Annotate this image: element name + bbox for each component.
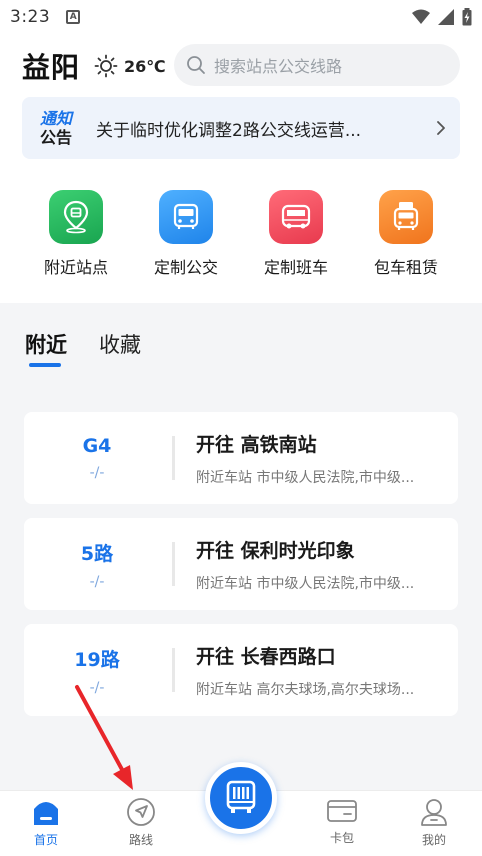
notice-badge-top: 通知 — [40, 108, 73, 128]
card-wallet-icon — [327, 800, 357, 822]
nav-label: 卡包 — [329, 831, 354, 845]
tab-nearby[interactable]: 附近 — [25, 329, 67, 359]
route-stations: 附近车站 市中级人民法院,市中级... — [196, 576, 415, 592]
route-info: 5路 -/- — [24, 518, 170, 610]
service-nearby-stations[interactable]: 附近站点 — [26, 190, 126, 278]
battery-icon — [462, 8, 472, 26]
service-label: 定制公交 — [153, 258, 218, 277]
service-custom-bus[interactable]: 定制公交 — [136, 190, 236, 278]
route-card[interactable]: G4 -/- 开往 高铁南站 附近车站 市中级人民法院,市中级... — [24, 412, 458, 504]
service-label: 附近站点 — [43, 258, 108, 277]
service-label: 包车租赁 — [373, 258, 438, 277]
nav-routes[interactable]: 路线 — [95, 791, 187, 856]
weather: 26℃ — [94, 54, 166, 78]
route-name: G4 — [82, 435, 112, 457]
route-name: 5路 — [80, 542, 114, 565]
nav-label: 首页 — [33, 833, 58, 847]
temperature: 26℃ — [124, 56, 166, 76]
notice-text: 关于临时优化调整2路公交线运营... — [96, 120, 362, 141]
chevron-right-icon — [437, 121, 445, 135]
home-icon — [34, 802, 58, 825]
nav-card-wallet[interactable]: 卡包 — [296, 791, 388, 856]
navigation-arrow-icon — [127, 798, 155, 826]
sun-icon — [94, 54, 118, 78]
route-eta: -/- — [89, 679, 105, 696]
charter-bus-icon — [379, 190, 433, 244]
route-stations: 附近车站 市中级人民法院,市中级... — [196, 470, 415, 486]
notification-icon: A — [66, 10, 81, 24]
nav-label: 我的 — [421, 833, 446, 847]
cellular-signal-icon — [438, 9, 454, 25]
route-eta: -/- — [89, 465, 105, 481]
route-divider — [172, 542, 175, 586]
nav-profile[interactable]: 我的 — [388, 791, 480, 856]
route-details: 开往 高铁南站 附近车站 市中级人民法院,市中级... — [196, 430, 452, 487]
notice-banner[interactable]: 通知 公告 关于临时优化调整2路公交线运营... — [22, 97, 460, 159]
nav-home[interactable]: 首页 — [0, 791, 92, 856]
nearby-section: 附近 收藏 G4 -/- 开往 高铁南站 附近车站 市中级人民法院,市中级...… — [0, 303, 482, 790]
wifi-icon — [412, 9, 430, 24]
notice-badge-bottom: 公告 — [40, 127, 73, 147]
route-divider — [172, 436, 175, 480]
bus-icon — [159, 190, 213, 244]
service-grid: 附近站点 定制公交 定制班车 包车租赁 — [0, 190, 482, 286]
service-custom-shuttle[interactable]: 定制班车 — [246, 190, 346, 278]
route-details: 开往 长春西路口 附近车站 高尔夫球场,高尔夫球场... — [196, 642, 452, 699]
route-divider — [172, 648, 175, 692]
tab-bar: 附近 收藏 — [25, 329, 141, 359]
route-stations: 附近车站 高尔夫球场,高尔夫球场... — [196, 682, 415, 698]
route-name: 19路 — [74, 648, 120, 671]
tab-favorites[interactable]: 收藏 — [99, 329, 141, 359]
service-charter-rental[interactable]: 包车租赁 — [356, 190, 456, 278]
route-card[interactable]: 5路 -/- 开往 保利时光印象 附近车站 市中级人民法院,市中级... — [24, 518, 458, 610]
notice-badge: 通知 公告 — [40, 108, 73, 147]
search-bar[interactable]: 搜索站点公交线路 — [174, 44, 460, 86]
route-eta: -/- — [89, 573, 105, 590]
route-card[interactable]: 19路 -/- 开往 长春西路口 附近车站 高尔夫球场,高尔夫球场... — [24, 624, 458, 716]
status-time: 3:23 — [10, 7, 51, 27]
search-placeholder: 搜索站点公交线路 — [214, 57, 343, 76]
nav-label: 路线 — [128, 833, 153, 847]
bus-qr-code-button[interactable] — [205, 762, 277, 834]
bus-qr-code-icon — [226, 780, 256, 813]
route-direction: 开往 保利时光印象 — [196, 540, 355, 562]
tab-active-indicator — [29, 363, 61, 367]
service-label: 定制班车 — [263, 258, 328, 277]
user-profile-icon — [421, 799, 447, 826]
route-info: 19路 -/- — [24, 624, 170, 716]
status-bar: 3:23 A — [0, 0, 482, 34]
route-info: G4 -/- — [24, 412, 170, 504]
status-icons — [412, 8, 472, 26]
city-selector[interactable]: 益阳 — [22, 46, 80, 86]
route-direction: 开往 长春西路口 — [196, 646, 336, 668]
header: 益阳 26℃ 搜索站点公交线路 — [0, 38, 482, 94]
shuttle-bus-icon — [269, 190, 323, 244]
search-icon — [187, 56, 205, 74]
route-direction: 开往 高铁南站 — [196, 434, 317, 456]
location-pin-icon — [49, 190, 103, 244]
route-details: 开往 保利时光印象 附近车站 市中级人民法院,市中级... — [196, 536, 452, 593]
